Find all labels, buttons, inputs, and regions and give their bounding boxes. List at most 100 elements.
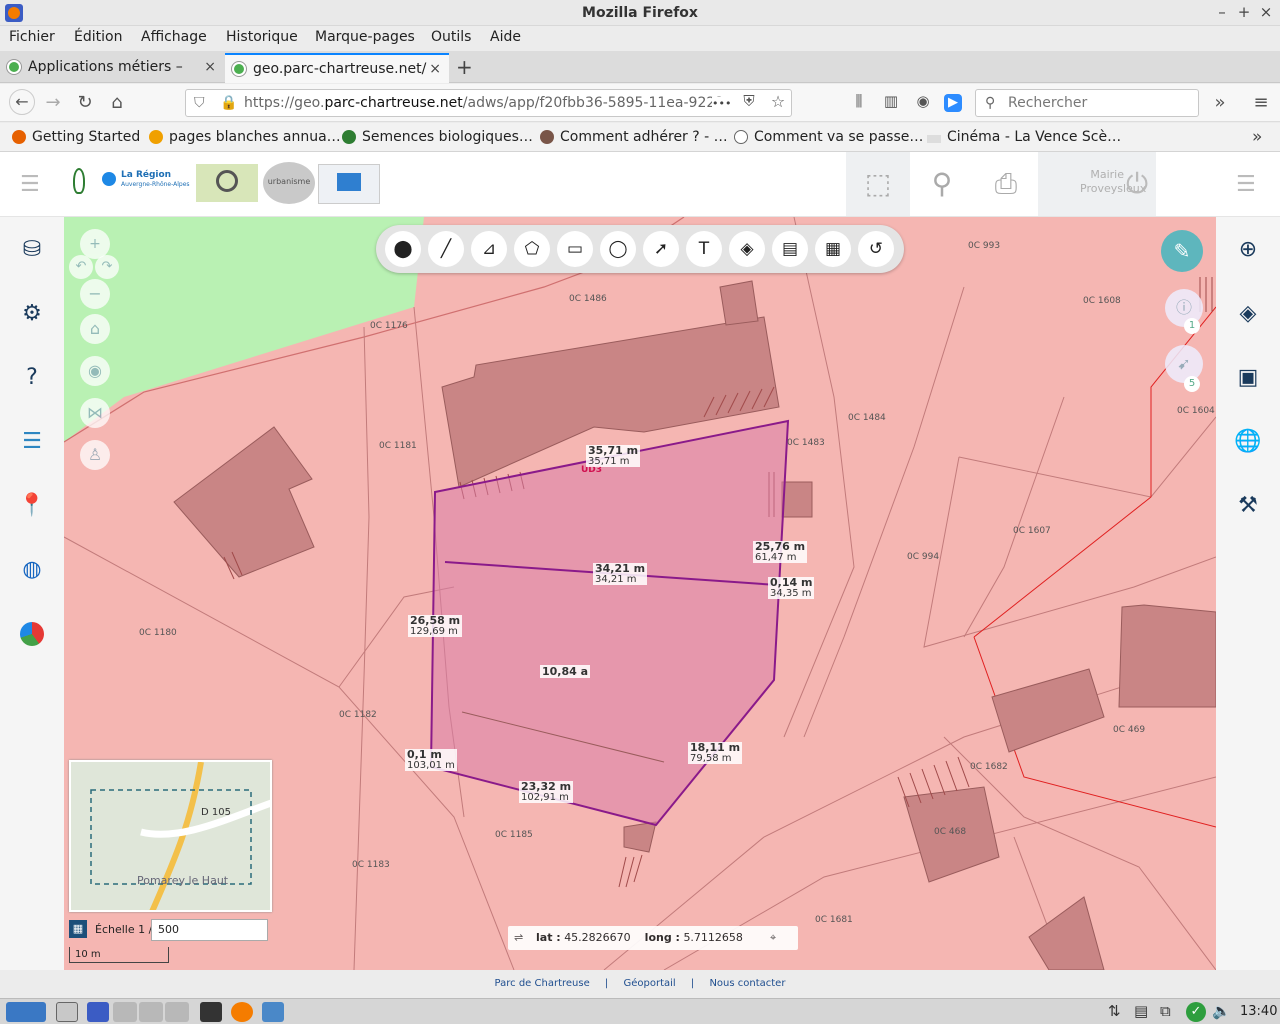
menu-aide[interactable]: Aide [490, 29, 521, 45]
close-window-button[interactable]: × [1257, 3, 1275, 21]
share-icon[interactable]: ⋈ [80, 398, 110, 428]
scale-input[interactable]: 500 [151, 919, 268, 941]
pie-chart-icon[interactable] [15, 617, 49, 651]
selection-tool-icon[interactable]: ⬚ [846, 152, 910, 216]
tracking-shield-icon[interactable]: ⛉ [194, 90, 205, 116]
file-manager-icon[interactable] [200, 1002, 222, 1022]
update-ok-icon[interactable]: ✓ [1186, 1002, 1206, 1022]
pick-coordinate-icon[interactable]: ⌖ [770, 926, 776, 950]
streetview-person-icon[interactable]: ♙ [80, 440, 110, 470]
bookmark-semences[interactable]: Semences biologiques… [342, 129, 533, 145]
print-icon[interactable]: ⎙ [974, 152, 1038, 216]
workspace-3[interactable] [165, 1002, 189, 1022]
firefox-window-icon[interactable] [231, 1002, 253, 1022]
search-tool-icon[interactable]: ⚲ [910, 152, 974, 216]
redo-view-icon[interactable]: ↷ [95, 255, 119, 279]
point-marker-icon[interactable]: ⬤ [385, 231, 421, 267]
workspace-2[interactable] [139, 1002, 163, 1022]
forward-arrow-icon[interactable]: → [42, 92, 64, 113]
undo-drawing-icon[interactable]: ↺ [858, 231, 894, 267]
zoom-out-icon[interactable]: − [80, 279, 110, 309]
add-layer-icon[interactable]: ⊕ [1231, 233, 1265, 267]
right-menu-hamburger-icon[interactable]: ☰ [1236, 172, 1256, 197]
image-viewer-icon[interactable] [262, 1002, 284, 1022]
left-menu-hamburger-icon[interactable]: ☰ [20, 172, 40, 197]
clipboard-tray-icon[interactable]: ▤ [1134, 1002, 1148, 1020]
footer-link-parc[interactable]: Parc de Chartreuse [495, 978, 590, 989]
close-tab-icon[interactable]: × [429, 55, 441, 83]
maximize-button[interactable]: + [1235, 3, 1253, 21]
minimize-button[interactable]: – [1213, 3, 1231, 21]
map-tools-icon[interactable]: ⚒ [1231, 489, 1265, 523]
bookmarks-overflow-icon[interactable]: » [1252, 127, 1262, 147]
menu-affichage[interactable]: Affichage [141, 29, 207, 45]
workspace-1[interactable] [113, 1002, 137, 1022]
database-search-icon[interactable]: ⛁ [15, 233, 49, 267]
footer-link-geoportail[interactable]: Géoportail [623, 978, 675, 989]
firefox-taskbar-icon[interactable] [87, 1002, 109, 1022]
new-tab-button[interactable]: + [456, 55, 473, 79]
map-dashboard-icon[interactable]: ▣ [1231, 361, 1265, 395]
measure-length-icon[interactable]: ▤ [772, 231, 808, 267]
menu-marque-pages[interactable]: Marque-pages [315, 29, 415, 45]
menu-edition[interactable]: Édition [74, 29, 122, 45]
search-input[interactable]: ⚲ Rechercher [975, 89, 1199, 117]
overview-minimap[interactable]: D 105 Pomarey le Haut [69, 760, 272, 912]
undo-view-icon[interactable]: ↶ [69, 255, 93, 279]
library-icon[interactable]: ⫼ [848, 92, 870, 110]
fill-bucket-icon[interactable]: ◈ [729, 231, 765, 267]
circle-icon[interactable]: ◯ [600, 231, 636, 267]
network-tray-icon[interactable]: ⇅ [1108, 1002, 1121, 1020]
menu-outils[interactable]: Outils [431, 29, 471, 45]
pocket-icon[interactable]: ⛨ [738, 92, 760, 110]
home-extent-icon[interactable]: ⌂ [80, 314, 110, 344]
arrow-icon[interactable]: ➚ [643, 231, 679, 267]
back-arrow-icon[interactable]: ← [9, 89, 35, 115]
bookmark-adherer[interactable]: Comment adhérer ? - … [540, 129, 728, 145]
line-icon[interactable]: ╱ [428, 231, 464, 267]
sidebar-toggle-icon[interactable]: ▥ [880, 92, 902, 110]
tab-applications[interactable]: Applications métiers – × [0, 53, 224, 83]
page-actions-button[interactable]: ••• [712, 97, 732, 110]
drawing-tools-toggle-icon[interactable]: ✎ [1161, 230, 1203, 272]
account-icon[interactable]: ◉ [912, 92, 934, 110]
power-logout-icon[interactable]: ⏻ [1126, 152, 1148, 216]
globe-hand-icon[interactable]: 🌐 [1231, 425, 1265, 459]
text-icon[interactable]: T [686, 231, 722, 267]
lat-value: 45.2826670 [564, 931, 631, 944]
menu-fichier[interactable]: Fichier [9, 29, 55, 45]
footer-link-contact[interactable]: Nous contacter [709, 978, 785, 989]
desktop-icon[interactable] [56, 1002, 78, 1022]
overflow-chevron-icon[interactable]: » [1209, 92, 1231, 113]
bookmark-comment-va[interactable]: Comment va se passe… [734, 129, 923, 145]
rectangle-icon[interactable]: ▭ [557, 231, 593, 267]
coordinate-toggle-icon[interactable]: ⇌ [514, 926, 523, 950]
start-menu-icon[interactable] [6, 1002, 46, 1022]
geolocate-icon[interactable]: ◉ [80, 356, 110, 386]
url-bar[interactable]: ⛉ 🔒 https://geo.parc-chartreuse.net/adws… [185, 89, 792, 117]
display-tray-icon[interactable]: ⧉ [1160, 1002, 1171, 1020]
volume-tray-icon[interactable]: 🔈 [1212, 1002, 1231, 1020]
bookmark-star-icon[interactable]: ☆ [767, 92, 789, 111]
reload-icon[interactable]: ↻ [74, 92, 96, 113]
bookmark-pages-blanches[interactable]: pages blanches annua… [149, 129, 341, 145]
globe-users-icon[interactable]: ◍ [15, 553, 49, 587]
polygon-icon[interactable]: ⬠ [514, 231, 550, 267]
map-pin-icon[interactable]: 📍 [15, 489, 49, 523]
zoom-extension-icon[interactable]: ▶ [944, 94, 962, 112]
home-icon[interactable]: ⌂ [106, 92, 128, 113]
bookmark-getting-started[interactable]: Getting Started [12, 129, 140, 145]
polyline-icon[interactable]: ⊿ [471, 231, 507, 267]
app-menu-icon[interactable]: ≡ [1250, 92, 1272, 113]
map-help-icon[interactable]: ? [15, 361, 49, 395]
scale-map-icon[interactable]: ▦ [69, 920, 87, 938]
close-tab-icon[interactable]: × [204, 53, 216, 81]
bookmark-cinema[interactable]: Cinéma - La Vence Scè… [927, 129, 1121, 145]
map-layers-icon[interactable]: ◈ [1231, 297, 1265, 331]
map-canvas[interactable]: 0C 993 0C 1486 0C 1176 0C 1608 0C 1484 0… [64, 217, 1216, 970]
measure-area-icon[interactable]: ▦ [815, 231, 851, 267]
menu-historique[interactable]: Historique [226, 29, 298, 45]
layers-icon[interactable]: ☰ [15, 425, 49, 459]
tab-geo-active[interactable]: geo.parc-chartreuse.net/ × [225, 53, 449, 83]
settings-screen-icon[interactable]: ⚙ [15, 297, 49, 331]
